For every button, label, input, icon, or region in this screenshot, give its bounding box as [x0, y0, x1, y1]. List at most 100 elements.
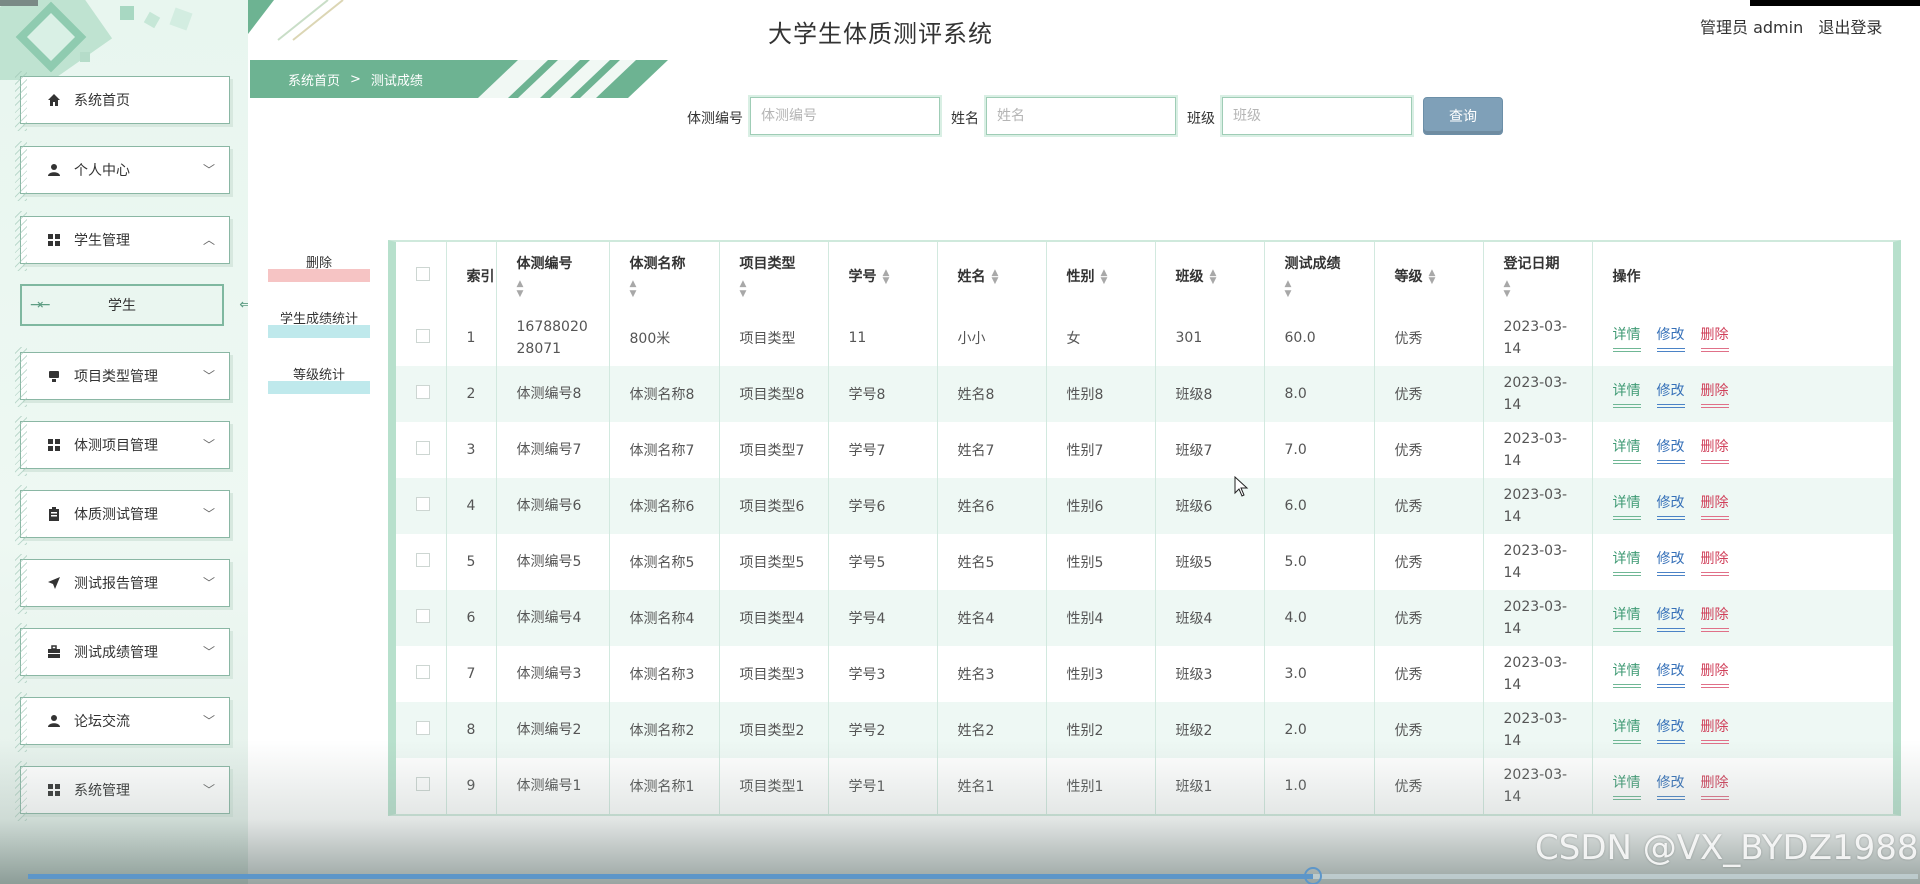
cell-gender: 性别7: [1046, 422, 1156, 478]
sort-icon[interactable]: ▲ ▼: [1210, 269, 1217, 286]
row-checkbox[interactable]: [416, 665, 430, 679]
row-select-cell: [396, 310, 447, 366]
breadcrumb-home[interactable]: 系统首页: [288, 70, 340, 89]
detail-link[interactable]: 详情: [1612, 380, 1641, 408]
delete-link[interactable]: 删除: [1700, 380, 1729, 408]
sort-icon[interactable]: ▲ ▼: [1504, 279, 1592, 299]
cell-gender: 性别8: [1046, 366, 1156, 422]
delete-link[interactable]: 删除: [1700, 772, 1729, 800]
sidebar-item-test-report-management[interactable]: 测试报告管理 ﹀: [15, 554, 230, 614]
sidebar-item-forum[interactable]: 论坛交流 ﹀: [15, 692, 230, 752]
delete-link[interactable]: 删除: [1700, 324, 1729, 352]
breadcrumb: 系统首页 > 测试成绩: [250, 60, 666, 98]
row-checkbox[interactable]: [416, 609, 430, 623]
detail-link[interactable]: 详情: [1612, 604, 1641, 632]
sidebar-subitem-student[interactable]: →← 学生 ⇐: [20, 284, 248, 326]
cell-test-name: 体测名称8: [609, 366, 720, 422]
cell-index: 6: [446, 590, 497, 646]
delete-link[interactable]: 删除: [1700, 492, 1729, 520]
delete-link[interactable]: 删除: [1700, 548, 1729, 576]
header-type[interactable]: 项目类型 ▲ ▼: [719, 242, 829, 310]
sidebar-item-label: 个人中心: [74, 163, 130, 179]
detail-link[interactable]: 详情: [1612, 716, 1641, 744]
sidebar-item-label: 学生管理: [74, 233, 130, 249]
row-checkbox[interactable]: [416, 777, 430, 791]
edit-link[interactable]: 修改: [1656, 660, 1685, 688]
query-button[interactable]: 查询: [1423, 97, 1503, 135]
detail-link[interactable]: 详情: [1612, 548, 1641, 576]
video-progress-knob[interactable]: [1304, 867, 1323, 884]
edit-link[interactable]: 修改: [1656, 604, 1685, 632]
row-checkbox[interactable]: [416, 329, 430, 343]
sidebar-item-student-management[interactable]: 学生管理 ︿: [15, 211, 230, 271]
cell-test-name: 体测名称7: [609, 422, 720, 478]
delete-link[interactable]: 删除: [1700, 436, 1729, 464]
header-score[interactable]: 测试成绩 ▲ ▼: [1264, 242, 1375, 310]
cell-index: 4: [446, 478, 497, 534]
detail-link[interactable]: 详情: [1612, 436, 1641, 464]
test-no-input[interactable]: [748, 95, 942, 137]
row-checkbox[interactable]: [416, 497, 430, 511]
sidebar-item-test-score-management[interactable]: 测试成绩管理 ﹀: [15, 623, 230, 683]
row-checkbox[interactable]: [416, 721, 430, 735]
sidebar-item-fitness-test-management[interactable]: 体质测试管理 ﹀: [15, 485, 230, 545]
cell-score: 3.0: [1264, 646, 1375, 702]
sort-icon[interactable]: ▲ ▼: [1429, 269, 1436, 286]
detail-link[interactable]: 详情: [1612, 324, 1641, 352]
edit-link[interactable]: 修改: [1656, 548, 1685, 576]
cell-index: 7: [446, 646, 497, 702]
sidebar-item-test-project-management[interactable]: 体测项目管理 ﹀: [15, 416, 230, 476]
header-score-label: 测试成绩: [1284, 256, 1341, 272]
grid-icon: [46, 232, 62, 248]
sort-icon[interactable]: ▲ ▼: [630, 279, 719, 299]
sort-icon[interactable]: ▲ ▼: [992, 269, 999, 286]
sidebar-item-home[interactable]: 系统首页: [15, 71, 230, 131]
row-checkbox[interactable]: [416, 553, 430, 567]
edit-link[interactable]: 修改: [1656, 772, 1685, 800]
score-stats-button[interactable]: 学生成绩统计: [268, 306, 370, 338]
header-test-name[interactable]: 体测名称 ▲ ▼: [609, 242, 720, 310]
row-checkbox[interactable]: [416, 385, 430, 399]
row-checkbox[interactable]: [416, 441, 430, 455]
header-grade[interactable]: 等级 ▲ ▼: [1374, 242, 1484, 310]
sidebar-item-personal-center[interactable]: 个人中心 ﹀: [15, 141, 230, 201]
logout-button[interactable]: 退出登录: [1818, 18, 1882, 37]
cell-grade: 优秀: [1374, 310, 1484, 366]
header-student-no[interactable]: 学号 ▲ ▼: [828, 242, 938, 310]
sort-icon[interactable]: ▲ ▼: [1285, 279, 1374, 299]
cell-index: 5: [446, 534, 497, 590]
sidebar-item-label: 系统首页: [74, 93, 130, 109]
cell-date: 2023-03-14: [1483, 758, 1593, 814]
sort-icon[interactable]: ▲ ▼: [740, 279, 828, 299]
sort-icon[interactable]: ▲ ▼: [1101, 269, 1108, 286]
sort-icon[interactable]: ▲ ▼: [517, 279, 609, 299]
batch-delete-button[interactable]: 删除: [268, 250, 370, 282]
delete-link[interactable]: 删除: [1700, 660, 1729, 688]
edit-link[interactable]: 修改: [1656, 324, 1685, 352]
sidebar-item-project-type-management[interactable]: 项目类型管理 ﹀: [15, 347, 230, 407]
cell-class: 班级4: [1155, 590, 1265, 646]
chevron-up-icon: ︿: [202, 233, 215, 247]
edit-link[interactable]: 修改: [1656, 436, 1685, 464]
delete-link[interactable]: 删除: [1700, 716, 1729, 744]
delete-link[interactable]: 删除: [1700, 604, 1729, 632]
header-name[interactable]: 姓名 ▲ ▼: [937, 242, 1047, 310]
sort-icon[interactable]: ▲ ▼: [883, 269, 890, 286]
edit-link[interactable]: 修改: [1656, 492, 1685, 520]
header-class[interactable]: 班级 ▲ ▼: [1155, 242, 1265, 310]
cell-student-no: 学号2: [828, 702, 938, 758]
sidebar-item-system-management[interactable]: 系统管理 ﹀: [15, 761, 230, 821]
edit-link[interactable]: 修改: [1656, 380, 1685, 408]
detail-link[interactable]: 详情: [1612, 772, 1641, 800]
header-date[interactable]: 登记日期 ▲ ▼: [1483, 242, 1593, 310]
select-all-checkbox[interactable]: [416, 267, 430, 281]
grade-stats-button[interactable]: 等级统计: [268, 362, 370, 394]
detail-link[interactable]: 详情: [1612, 492, 1641, 520]
header-gender[interactable]: 性别 ▲ ▼: [1046, 242, 1156, 310]
name-input[interactable]: [984, 95, 1178, 137]
detail-link[interactable]: 详情: [1612, 660, 1641, 688]
video-progress-bar[interactable]: [28, 867, 1918, 884]
edit-link[interactable]: 修改: [1656, 716, 1685, 744]
class-input[interactable]: [1220, 95, 1414, 137]
header-test-no[interactable]: 体测编号 ▲ ▼: [496, 242, 610, 310]
